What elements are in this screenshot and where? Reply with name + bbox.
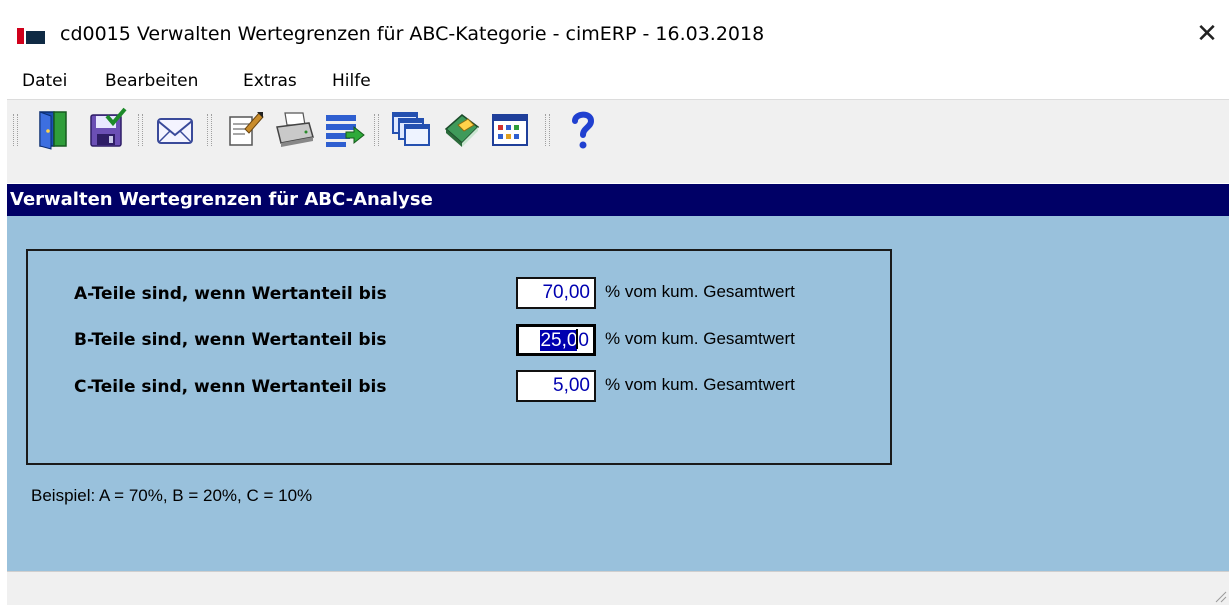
list-export-icon[interactable] <box>322 107 366 151</box>
app-logo-icon <box>17 28 47 44</box>
book-icon[interactable] <box>440 107 484 151</box>
calendar-icon[interactable] <box>488 107 532 151</box>
a-parts-value-input[interactable]: 70,00 <box>516 277 596 309</box>
toolbar-separator <box>207 114 212 146</box>
c-parts-label: C-Teile sind, wenn Wertanteil bis <box>74 377 387 397</box>
menu-extras[interactable]: Extras <box>243 71 297 91</box>
toolbar-separator <box>374 114 379 146</box>
close-button[interactable]: ✕ <box>1185 14 1229 54</box>
exit-door-icon[interactable] <box>31 107 75 151</box>
mail-icon[interactable] <box>153 107 197 151</box>
b-parts-label: B-Teile sind, wenn Wertanteil bis <box>74 330 387 350</box>
b-parts-unit: % vom kum. Gesamtwert <box>605 329 795 348</box>
window-title: cd0015 Verwalten Wertegrenzen für ABC-Ka… <box>60 23 765 45</box>
window-left-border <box>0 0 7 604</box>
toolbar-grip[interactable] <box>13 114 18 146</box>
b-parts-value-input[interactable]: 25,00 <box>516 324 596 356</box>
b-parts-value-selection: 25,0 <box>540 330 578 351</box>
title-bar[interactable]: cd0015 Verwalten Wertegrenzen für ABC-Ka… <box>7 0 1229 60</box>
abc-limits-group: A-Teile sind, wenn Wertanteil bis 70,00 … <box>26 249 892 465</box>
b-parts-value-rest: 0 <box>578 330 589 351</box>
a-parts-label: A-Teile sind, wenn Wertanteil bis <box>74 284 387 304</box>
help-icon[interactable] <box>561 107 605 151</box>
status-bar <box>7 571 1229 605</box>
toolbar <box>7 99 1229 166</box>
a-parts-unit: % vom kum. Gesamtwert <box>605 282 795 301</box>
form-title: Verwalten Wertegrenzen für ABC-Analyse <box>10 189 433 210</box>
save-icon[interactable] <box>85 107 129 151</box>
form-content: A-Teile sind, wenn Wertanteil bis 70,00 … <box>7 216 1229 571</box>
form-header: Verwalten Wertegrenzen für ABC-Analyse <box>7 184 1229 216</box>
edit-notes-icon[interactable] <box>223 107 267 151</box>
c-parts-unit: % vom kum. Gesamtwert <box>605 375 795 394</box>
menu-datei[interactable]: Datei <box>22 71 67 91</box>
example-note: Beispiel: A = 70%, B = 20%, C = 10% <box>31 486 313 505</box>
menu-bar: Datei Bearbeiten Extras Hilfe <box>7 62 1229 98</box>
menu-hilfe[interactable]: Hilfe <box>332 71 371 91</box>
toolbar-separator <box>138 114 143 146</box>
c-parts-value-input[interactable]: 5,00 <box>516 370 596 402</box>
toolbar-bottom-strip <box>7 166 1229 183</box>
print-icon[interactable] <box>273 107 317 151</box>
resize-grip-icon[interactable] <box>1213 589 1227 603</box>
toolbar-separator <box>545 114 550 146</box>
menu-bearbeiten[interactable]: Bearbeiten <box>105 71 198 91</box>
windows-icon[interactable] <box>389 107 433 151</box>
